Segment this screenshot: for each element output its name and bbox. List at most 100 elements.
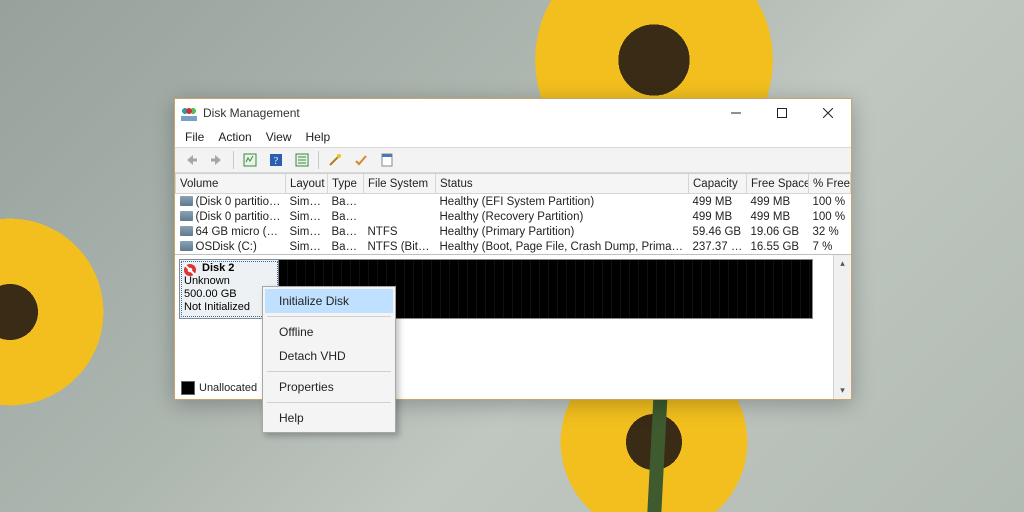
- cell-capacity: 237.37 GB: [689, 239, 747, 254]
- cell-status: Healthy (EFI System Partition): [436, 194, 689, 210]
- check-button[interactable]: [349, 149, 373, 171]
- cell-fs: [364, 194, 436, 210]
- minimize-button[interactable]: [713, 99, 759, 127]
- properties-button[interactable]: [375, 149, 399, 171]
- toolbar-separator: [233, 151, 234, 169]
- toolbar-separator: [318, 151, 319, 169]
- cell-type: Basic: [328, 239, 364, 254]
- cell-type: Basic: [328, 194, 364, 210]
- legend-label: Unallocated: [199, 382, 257, 394]
- ctx-detach-vhd[interactable]: Detach VHD: [265, 344, 393, 368]
- titlebar[interactable]: Disk Management: [175, 99, 851, 127]
- vertical-scrollbar[interactable]: ▴ ▾: [833, 255, 851, 399]
- check-icon: [353, 152, 369, 168]
- disk-state: Not Initialized: [184, 301, 274, 314]
- action-button[interactable]: [323, 149, 347, 171]
- maximize-icon: [777, 108, 787, 118]
- cell-status: Healthy (Recovery Partition): [436, 209, 689, 224]
- cell-capacity: 499 MB: [689, 209, 747, 224]
- cell-type: Basic: [328, 209, 364, 224]
- decorative-flower: [0, 202, 120, 422]
- menu-file[interactable]: File: [179, 129, 210, 145]
- app-icon: [181, 105, 197, 121]
- cell-free: 499 MB: [747, 209, 809, 224]
- cell-volume: (Disk 0 partition 4): [176, 209, 286, 224]
- legend-swatch-icon: [181, 381, 195, 395]
- legend-unallocated: Unallocated: [181, 381, 257, 395]
- cell-layout: Simple: [286, 239, 328, 254]
- col-pctfree[interactable]: % Free: [809, 174, 851, 194]
- table-row[interactable]: 64 GB micro (D:)SimpleBasicNTFSHealthy (…: [176, 224, 851, 239]
- col-volume[interactable]: Volume: [176, 174, 286, 194]
- ctx-offline[interactable]: Offline: [265, 320, 393, 344]
- forward-button[interactable]: [205, 149, 229, 171]
- cell-pctfree: 7 %: [809, 239, 851, 254]
- menu-view[interactable]: View: [260, 129, 298, 145]
- cell-free: 19.06 GB: [747, 224, 809, 239]
- close-button[interactable]: [805, 99, 851, 127]
- cell-fs: [364, 209, 436, 224]
- maximize-button[interactable]: [759, 99, 805, 127]
- window-title: Disk Management: [203, 106, 300, 120]
- cell-volume: OSDisk (C:): [176, 239, 286, 254]
- col-type[interactable]: Type: [328, 174, 364, 194]
- help-button[interactable]: ?: [264, 149, 288, 171]
- cell-capacity: 499 MB: [689, 194, 747, 210]
- cell-free: 499 MB: [747, 194, 809, 210]
- disk-name: Disk 2: [202, 262, 274, 275]
- arrow-left-icon: [183, 152, 199, 168]
- col-status[interactable]: Status: [436, 174, 689, 194]
- menu-help[interactable]: Help: [300, 129, 337, 145]
- ctx-separator: [267, 402, 391, 403]
- refresh-icon: [242, 152, 258, 168]
- menu-action[interactable]: Action: [212, 129, 257, 145]
- col-fs[interactable]: File System: [364, 174, 436, 194]
- svg-text:?: ?: [274, 156, 279, 167]
- close-icon: [823, 108, 833, 118]
- disk-size: 500.00 GB: [184, 288, 274, 301]
- arrow-right-icon: [209, 152, 225, 168]
- wand-icon: [327, 152, 343, 168]
- table-row[interactable]: (Disk 0 partition 1)SimpleBasic Healthy (…: [176, 194, 851, 210]
- scroll-down-icon[interactable]: ▾: [834, 382, 851, 399]
- disk-uninitialized-icon: [183, 263, 197, 277]
- col-layout[interactable]: Layout: [286, 174, 328, 194]
- properties-icon: [379, 152, 395, 168]
- col-free[interactable]: Free Space: [747, 174, 809, 194]
- ctx-initialize-disk[interactable]: Initialize Disk: [265, 289, 393, 313]
- menubar: File Action View Help: [175, 127, 851, 147]
- table-row[interactable]: OSDisk (C:)SimpleBasicNTFS (BitLo…Health…: [176, 239, 851, 254]
- table-row[interactable]: (Disk 0 partition 4)SimpleBasic Healthy (…: [176, 209, 851, 224]
- list-icon: [294, 152, 310, 168]
- refresh-button[interactable]: [238, 149, 262, 171]
- settings-button[interactable]: [290, 149, 314, 171]
- context-menu: Initialize Disk Offline Detach VHD Prope…: [262, 286, 396, 433]
- cell-free: 16.55 GB: [747, 239, 809, 254]
- cell-pctfree: 100 %: [809, 194, 851, 210]
- cell-layout: Simple: [286, 224, 328, 239]
- cell-capacity: 59.46 GB: [689, 224, 747, 239]
- disk-kind: Unknown: [184, 275, 274, 288]
- cell-layout: Simple: [286, 209, 328, 224]
- col-capacity[interactable]: Capacity: [689, 174, 747, 194]
- ctx-help[interactable]: Help: [265, 406, 393, 430]
- volume-list[interactable]: Volume Layout Type File System Status Ca…: [175, 173, 851, 254]
- cell-fs: NTFS (BitLo…: [364, 239, 436, 254]
- back-button[interactable]: [179, 149, 203, 171]
- minimize-icon: [731, 108, 741, 118]
- ctx-separator: [267, 316, 391, 317]
- cell-pctfree: 100 %: [809, 209, 851, 224]
- ctx-separator: [267, 371, 391, 372]
- cell-layout: Simple: [286, 194, 328, 210]
- cell-type: Basic: [328, 224, 364, 239]
- ctx-properties[interactable]: Properties: [265, 375, 393, 399]
- cell-status: Healthy (Boot, Page File, Crash Dump, Pr…: [436, 239, 689, 254]
- column-headers[interactable]: Volume Layout Type File System Status Ca…: [176, 174, 851, 194]
- cell-volume: (Disk 0 partition 1): [176, 194, 286, 210]
- cell-pctfree: 32 %: [809, 224, 851, 239]
- cell-fs: NTFS: [364, 224, 436, 239]
- toolbar: ?: [175, 147, 851, 173]
- scroll-up-icon[interactable]: ▴: [834, 255, 851, 272]
- cell-volume: 64 GB micro (D:): [176, 224, 286, 239]
- cell-status: Healthy (Primary Partition): [436, 224, 689, 239]
